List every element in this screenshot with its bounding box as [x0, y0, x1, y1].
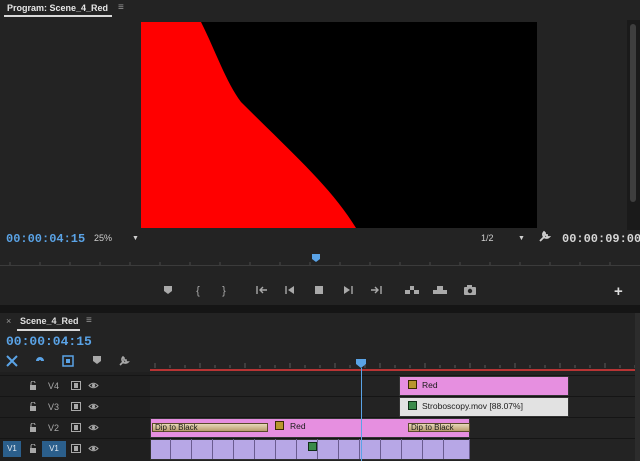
filmstrip-frame	[339, 439, 360, 459]
toggle-output-eye-icon[interactable]	[88, 444, 99, 455]
filmstrip-frame	[213, 439, 234, 459]
clip-red-v4[interactable]: Red	[399, 376, 569, 396]
go-to-in-icon[interactable]	[254, 285, 270, 298]
resolution-select[interactable]: 1/2	[481, 233, 494, 243]
transition-dip-to-black-left[interactable]: Dip to Black	[152, 423, 268, 432]
red-shape	[141, 22, 356, 228]
timeline-panel-menu-icon[interactable]: ≡	[86, 315, 92, 326]
fx-badge-icon	[408, 380, 417, 389]
duration-timecode: 00:00:09:00	[562, 232, 640, 246]
lock-icon[interactable]	[29, 422, 37, 435]
snap-icon[interactable]	[34, 355, 46, 369]
clip-stroboscopy-v3[interactable]: Stroboscopy.mov [88.07%]	[399, 397, 569, 417]
sync-lock-filmstrip-icon[interactable]	[71, 381, 81, 392]
filmstrip-frame	[234, 439, 255, 459]
program-panel-menu-icon[interactable]: ≡	[118, 2, 124, 13]
go-to-out-icon[interactable]	[368, 285, 384, 298]
nest-sequence-icon[interactable]	[6, 355, 18, 369]
timeline-playhead-icon[interactable]	[356, 359, 366, 368]
filmstrip-frame	[297, 439, 318, 459]
filmstrip-frame	[402, 439, 423, 459]
timeline-settings-wrench-icon[interactable]	[118, 355, 130, 369]
linked-selection-icon[interactable]	[62, 355, 74, 369]
timeline-playhead-line[interactable]	[361, 368, 362, 461]
viewer-scrollbar-thumb[interactable]	[630, 24, 636, 202]
add-marker-icon[interactable]	[160, 285, 176, 298]
monitor-ruler-line	[0, 265, 640, 266]
sync-lock-filmstrip-icon[interactable]	[71, 444, 81, 455]
zoom-select[interactable]: 25%	[94, 233, 112, 243]
timeline-close-icon[interactable]: ×	[6, 316, 11, 326]
sync-lock-filmstrip-icon[interactable]	[71, 402, 81, 413]
clip-label: Red	[290, 421, 306, 431]
clip-label: Stroboscopy.mov [88.07%]	[422, 401, 523, 411]
filmstrip-frame	[423, 439, 444, 459]
wrench-settings-icon[interactable]	[538, 230, 552, 245]
resolution-dropdown-caret-icon[interactable]: ▼	[518, 235, 525, 242]
step-back-icon[interactable]	[282, 285, 298, 298]
filmstrip-frame	[276, 439, 297, 459]
filmstrip-frame	[360, 439, 381, 459]
filmstrip-frame	[381, 439, 402, 459]
filmstrip-frame	[444, 439, 470, 459]
toggle-output-eye-icon[interactable]	[88, 381, 99, 392]
toggle-output-eye-icon[interactable]	[88, 402, 99, 413]
active-tab-indicator	[4, 15, 112, 17]
filmstrip-frame	[150, 439, 171, 459]
program-title-tab[interactable]: Program: Scene_4_Red	[7, 3, 108, 13]
filmstrip-frame	[192, 439, 213, 459]
filmstrip-frame	[255, 439, 276, 459]
track-target-v1[interactable]: V1	[42, 441, 66, 457]
mark-out-icon[interactable]: }	[216, 285, 232, 297]
timeline-timecode[interactable]: 00:00:04:15	[6, 334, 92, 349]
timeline-sequence-tab[interactable]: Scene_4_Red	[20, 316, 79, 326]
program-viewer[interactable]	[141, 22, 537, 228]
mark-in-icon[interactable]: {	[190, 285, 206, 297]
lock-icon[interactable]	[29, 380, 37, 393]
sync-lock-filmstrip-icon[interactable]	[71, 423, 81, 434]
fx-badge-icon	[275, 421, 284, 430]
monitor-playhead-icon[interactable]	[312, 254, 320, 262]
zoom-dropdown-caret-icon[interactable]: ▼	[132, 235, 139, 242]
track-name-v2: V2	[48, 423, 60, 433]
toggle-output-eye-icon[interactable]	[88, 423, 99, 434]
playhead-timecode[interactable]: 00:00:04:15	[6, 232, 85, 246]
lock-icon[interactable]	[29, 443, 37, 456]
track-name-v3: V3	[48, 402, 60, 412]
panel-separator[interactable]	[0, 305, 640, 313]
add-button[interactable]: +	[614, 283, 623, 300]
source-patch-v1[interactable]: V1	[3, 441, 21, 457]
video-frame	[141, 22, 356, 228]
step-forward-icon[interactable]	[340, 285, 356, 298]
active-tab-indicator	[17, 329, 80, 331]
transition-dip-to-black-right[interactable]: Dip to Black	[408, 423, 470, 432]
filmstrip-frame	[318, 439, 339, 459]
camera-export-frame-icon[interactable]	[462, 285, 478, 298]
track-name-v4: V4	[48, 381, 60, 391]
render-bar-red	[150, 369, 640, 371]
clip-label: Red	[422, 380, 438, 390]
fx-badge-icon	[408, 401, 417, 410]
lock-icon[interactable]	[29, 401, 37, 414]
insert-icon[interactable]	[404, 285, 420, 298]
filmstrip-frame	[171, 439, 192, 459]
add-marker-icon[interactable]	[92, 355, 102, 367]
overwrite-icon[interactable]	[432, 285, 448, 298]
timeline-scrollbar[interactable]	[635, 313, 640, 461]
stop-icon[interactable]	[311, 285, 327, 298]
